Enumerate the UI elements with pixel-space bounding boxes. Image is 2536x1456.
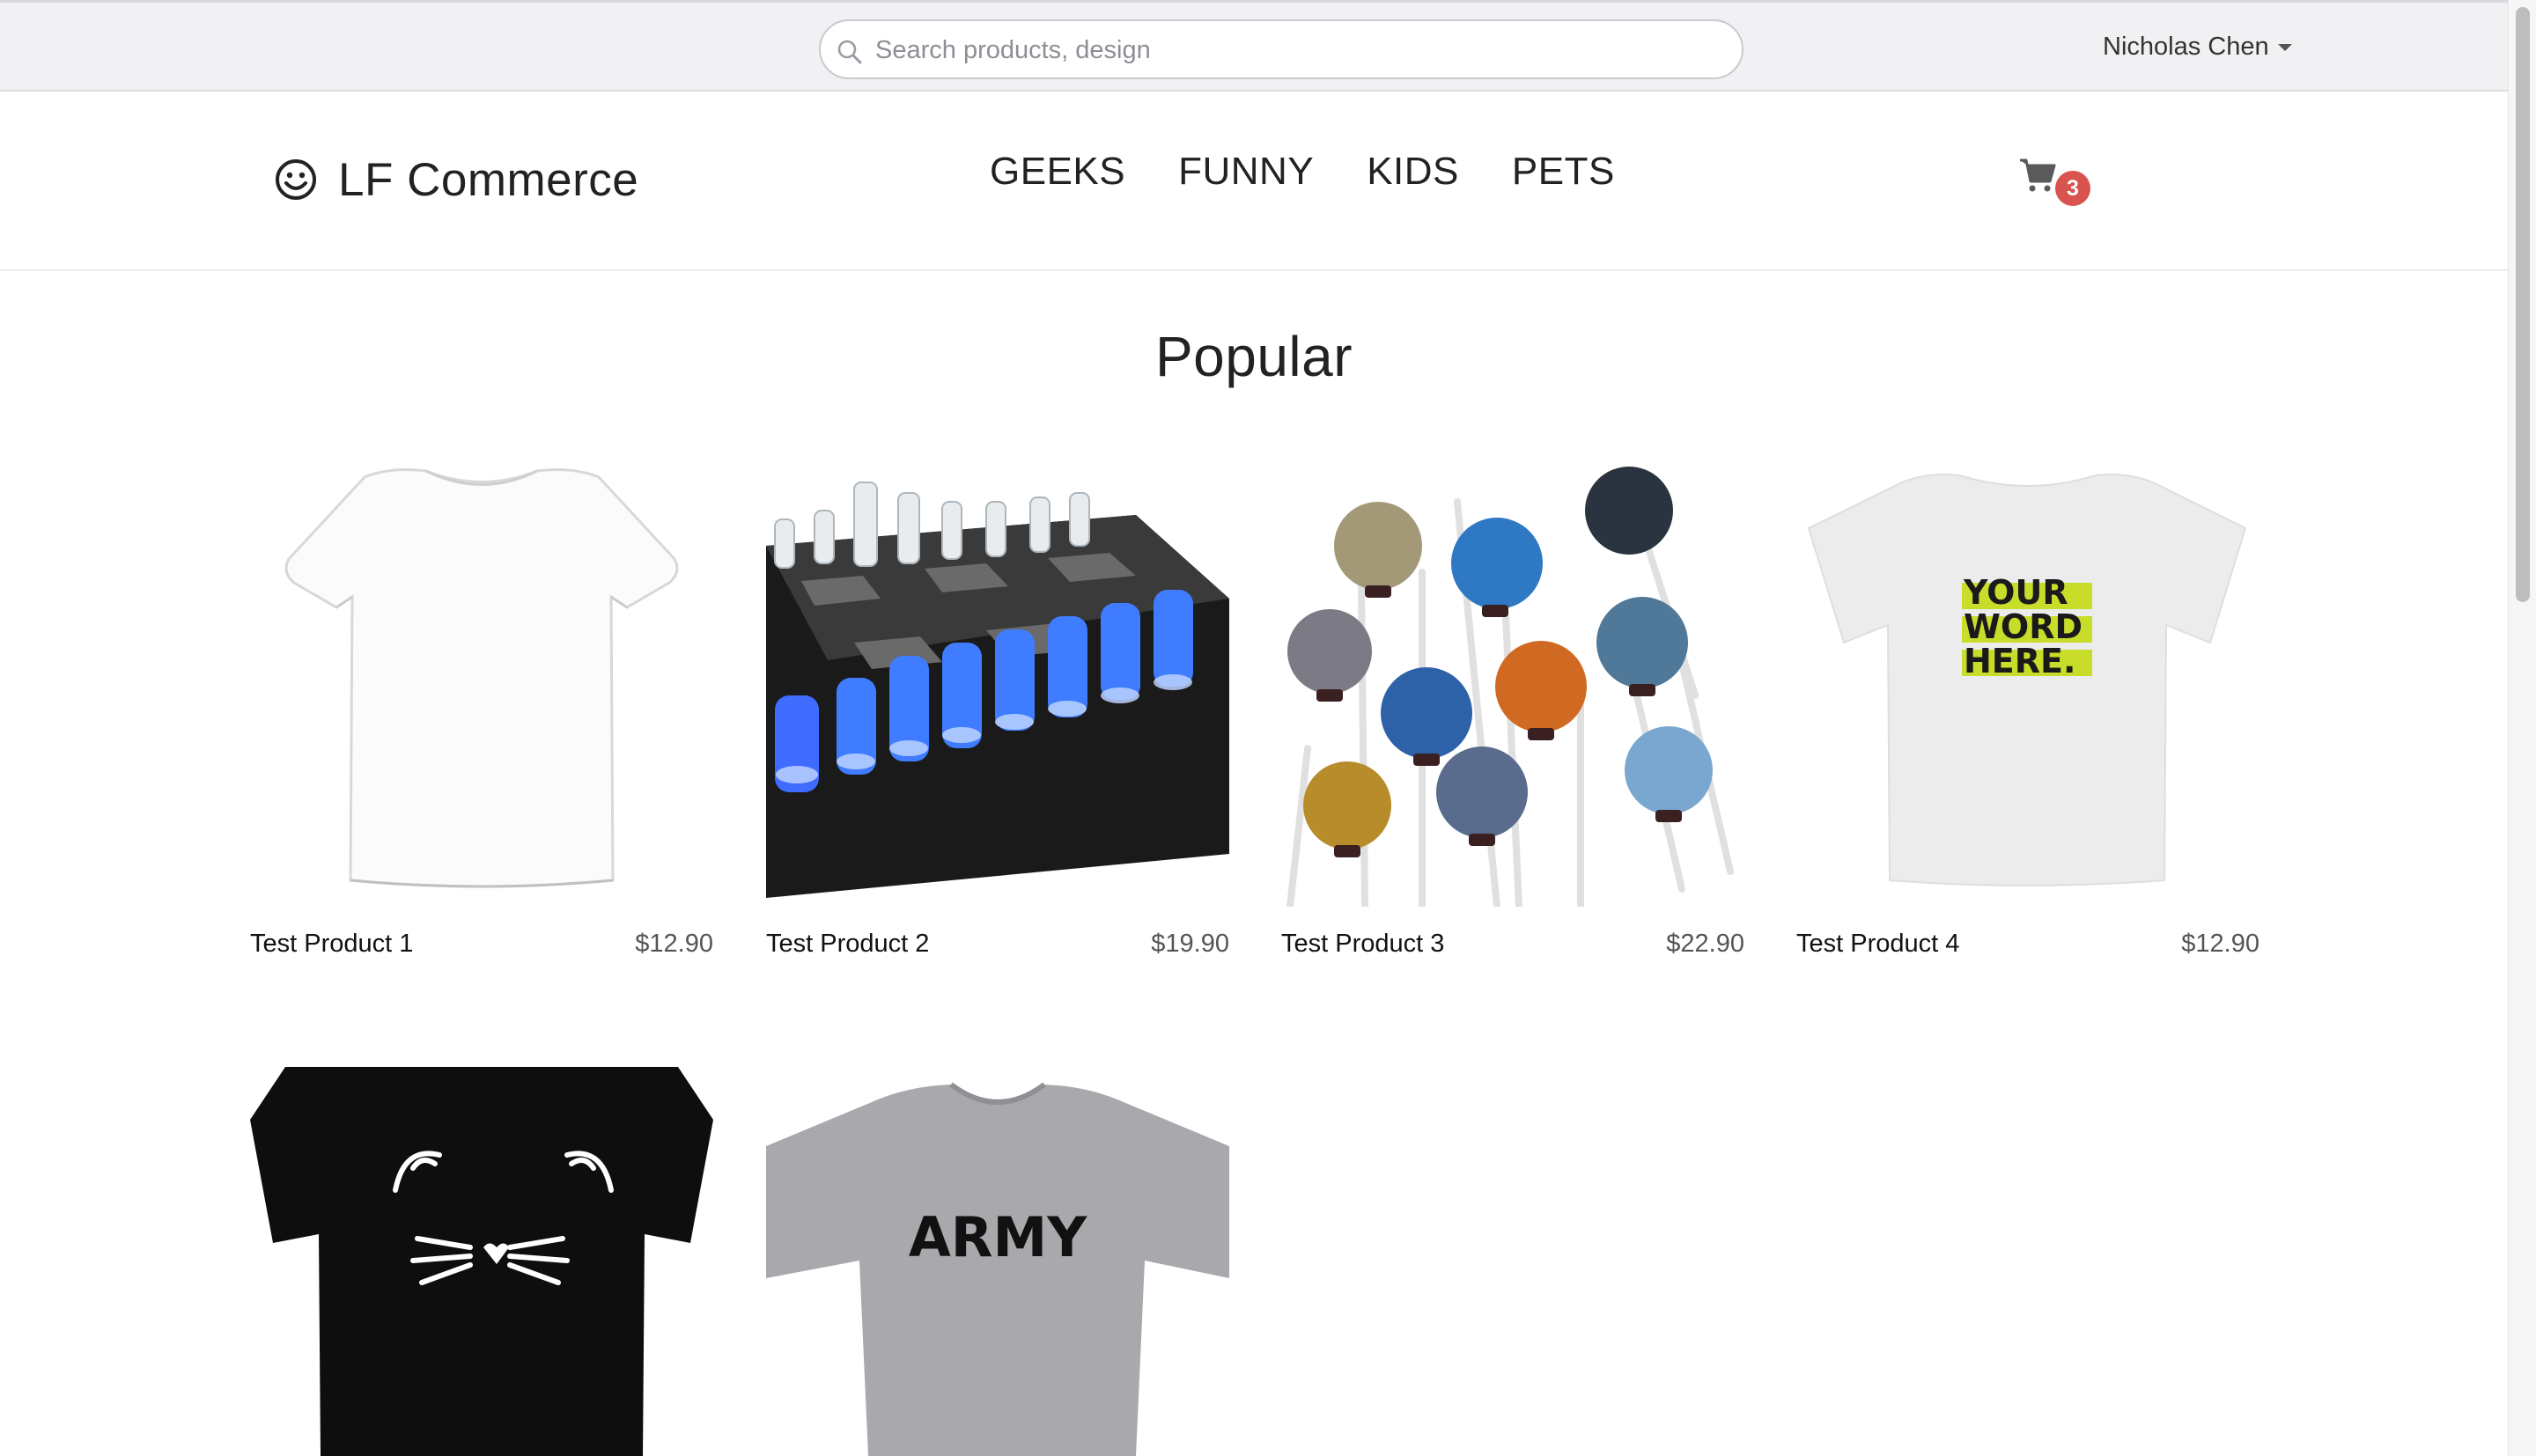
product-image[interactable]	[250, 467, 713, 907]
product-price: $12.90	[635, 930, 713, 958]
top-bar: Nicholas Chen	[0, 0, 2508, 92]
search-input[interactable]	[874, 28, 1722, 72]
cart-count-badge: 3	[2055, 171, 2090, 206]
page-scrollbar[interactable]	[2508, 0, 2536, 1456]
category-nav: GEEKS FUNNY KIDS PETS	[990, 150, 1668, 194]
shirt-print-line: YOUR	[1963, 573, 2068, 612]
caret-down-icon	[2277, 44, 2292, 52]
product-card[interactable]: Test Product 2 $19.90	[766, 467, 1229, 958]
product-name[interactable]: Test Product 1	[250, 930, 413, 959]
word-tshirt-image: YOUR WORD HERE.	[1807, 474, 2247, 886]
smiley-icon	[276, 159, 316, 200]
product-price: $19.90	[1151, 930, 1229, 958]
user-name: Nicholas Chen	[2103, 33, 2269, 61]
product-image[interactable]	[766, 467, 1229, 907]
product-name[interactable]: Test Product 4	[1796, 930, 1959, 959]
section-title: Popular	[1154, 325, 1353, 388]
product-price: $12.90	[2181, 930, 2260, 958]
product-image[interactable]: YOUR WORD HERE.	[1796, 467, 2260, 907]
nav-item-geeks[interactable]: GEEKS	[990, 150, 1125, 194]
nav-item-funny[interactable]: FUNNY	[1178, 150, 1314, 194]
product-card[interactable]: YOUR WORD HERE. Test Product 4 $12.90	[1796, 467, 2260, 958]
brand-name: LF Commerce	[338, 153, 639, 206]
shirt-print-line: WORD	[1964, 607, 2083, 646]
army-tshirt-image: ARMY	[766, 1082, 1229, 1456]
search-icon	[837, 40, 862, 64]
white-tshirt-image	[284, 468, 679, 888]
planet-lollipops-image	[1281, 467, 1744, 907]
nav-item-pets[interactable]: PETS	[1512, 150, 1615, 194]
nav-item-kids[interactable]: KIDS	[1367, 150, 1459, 194]
site-header: LF Commerce GEEKS FUNNY KIDS PETS 3	[0, 92, 2508, 271]
product-card[interactable]: Test Product 1 $12.90	[250, 467, 713, 958]
user-menu[interactable]: Nicholas Chen	[2103, 33, 2292, 62]
product-name[interactable]: Test Product 2	[766, 930, 929, 959]
cart-button[interactable]: 3	[2018, 155, 2097, 208]
product-card[interactable]	[250, 1067, 713, 1456]
scrollbar-thumb[interactable]	[2516, 7, 2530, 602]
product-card[interactable]: ARMY	[766, 1067, 1229, 1456]
shirt-print-line: HERE.	[1964, 642, 2075, 680]
cat-tshirt-image	[250, 1067, 713, 1456]
product-price: $22.90	[1666, 930, 1744, 958]
cart-icon	[2020, 158, 2056, 192]
chess-set-image	[766, 467, 1229, 907]
search-box[interactable]	[819, 19, 1744, 79]
brand-logo-link[interactable]: LF Commerce	[275, 146, 638, 213]
product-name[interactable]: Test Product 3	[1281, 930, 1444, 959]
shirt-print-text: ARMY	[909, 1205, 1087, 1269]
product-card[interactable]: Test Product 3 $22.90	[1281, 467, 1744, 958]
product-image[interactable]: ARMY	[766, 1067, 1229, 1456]
product-image[interactable]	[1281, 467, 1744, 907]
product-image[interactable]	[250, 1067, 713, 1456]
